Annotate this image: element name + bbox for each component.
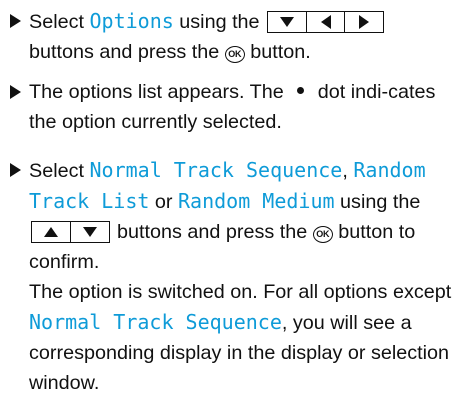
step-3-text-1: Select	[29, 160, 90, 182]
instruction-page: Select Options using the buttons and pre…	[0, 6, 462, 394]
step-3-text-3: or	[149, 191, 179, 213]
instruction-step-2: The options list appears. The dot indi-c…	[10, 77, 454, 137]
navigation-keys	[267, 11, 385, 33]
options-keyword: Options	[89, 9, 174, 33]
right-arrow-key-icon	[344, 11, 385, 33]
random-medium-keyword: Random Medium	[178, 189, 335, 213]
step-1-text-1: Select	[29, 11, 90, 33]
selection-dot-icon	[297, 87, 305, 94]
step-1-text-3: buttons and press the	[29, 41, 225, 63]
down-arrow-key-icon	[267, 11, 308, 33]
step-3-paragraph-1: Select Normal Track Sequence, Random Tra…	[29, 155, 454, 277]
step-3-text-2: ,	[342, 160, 354, 182]
up-down-keys	[31, 221, 110, 243]
step-2-text-1: The options list appears. The	[29, 81, 290, 103]
ok-button-icon: OK	[312, 226, 333, 243]
step-3-paragraph-2: The option is switched on. For all optio…	[29, 277, 454, 398]
triangle-bullet-icon	[10, 85, 21, 99]
triangle-bullet-icon	[10, 14, 21, 28]
step-1-text-4: button.	[244, 41, 311, 63]
step-3-text-4: using the	[334, 191, 421, 213]
normal-track-sequence-keyword: Normal Track Sequence	[89, 158, 343, 182]
instruction-step-1: Select Options using the buttons and pre…	[10, 6, 454, 67]
ok-button-icon: OK	[224, 46, 245, 63]
down-arrow-key-icon	[69, 221, 110, 243]
up-arrow-key-icon	[31, 221, 71, 243]
step-3-p2-text-1: The option is switched on. For all optio…	[29, 281, 452, 303]
triangle-bullet-icon	[10, 163, 21, 177]
step-3-text-5: buttons and press the	[111, 221, 313, 243]
normal-track-sequence-keyword: Normal Track Sequence	[29, 310, 282, 334]
step-1-text-2: using the	[173, 11, 266, 33]
left-arrow-key-icon	[305, 11, 346, 33]
instruction-step-3: Select Normal Track Sequence, Random Tra…	[10, 155, 454, 398]
